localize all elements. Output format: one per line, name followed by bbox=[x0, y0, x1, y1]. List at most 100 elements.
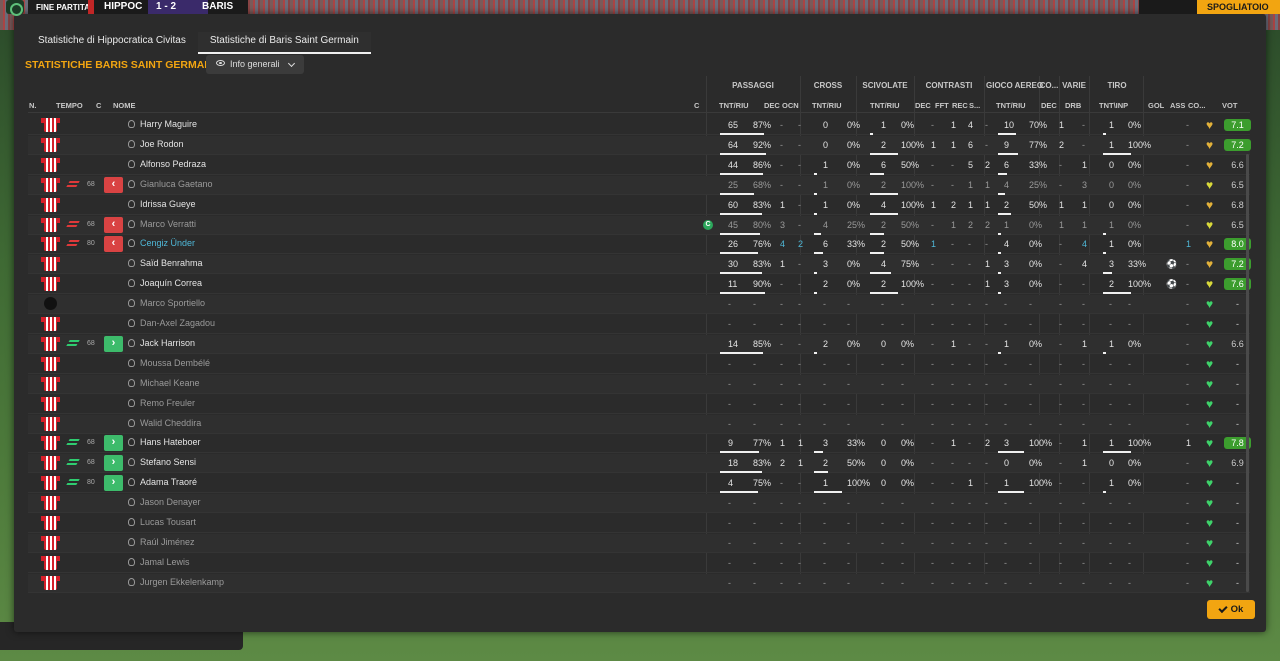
player-row[interactable]: Jason Denayer - - - - - - - - - - - - - - - - - - - ♥ - bbox=[28, 494, 1250, 514]
column-header-aereo[interactable]: TNT/RIU bbox=[996, 101, 1026, 110]
ok-button[interactable]: Ok bbox=[1207, 600, 1255, 619]
stat-rc: - bbox=[968, 458, 971, 469]
success-bar bbox=[720, 172, 763, 175]
arrow-left-icon[interactable]: ‹ bbox=[104, 176, 123, 193]
column-header-dec[interactable]: DEC bbox=[764, 101, 780, 110]
player-name[interactable]: Alfonso Pedraza bbox=[128, 159, 206, 169]
player-name[interactable]: Raúl Jiménez bbox=[128, 537, 195, 547]
player-name[interactable]: Joe Rodon bbox=[128, 139, 184, 149]
stat-a0: 2 bbox=[1004, 199, 1010, 210]
player-row[interactable]: Jurgen Ekkelenkamp - - - - - - - - - - - - - - - - - - - ♥ - bbox=[28, 573, 1250, 593]
arrow-right-icon[interactable]: › bbox=[104, 455, 123, 472]
column-header-nome[interactable]: NOME bbox=[113, 101, 136, 110]
arrow-right-icon[interactable]: › bbox=[104, 435, 123, 452]
player-name[interactable]: Idrissa Gueye bbox=[128, 199, 196, 209]
condition-heart-icon: ♥ bbox=[1206, 496, 1214, 511]
arrow-left-icon[interactable]: ‹ bbox=[104, 216, 123, 233]
scrollbar[interactable] bbox=[1246, 154, 1249, 592]
player-name[interactable]: Joaquín Correa bbox=[128, 278, 202, 288]
player-row[interactable]: 80 ‹ Cengiz Ünder 26 76% 4 2 6 33% 2 50% 1- - -4 0% -4 1… bbox=[28, 235, 1251, 255]
player-name[interactable]: Cengiz Ünder bbox=[128, 238, 195, 248]
column-header-s[interactable]: S... bbox=[969, 101, 980, 110]
player-row[interactable]: Lucas Tousart - - - - - - - - - - - - - - - - - - - ♥ - bbox=[28, 514, 1250, 533]
player-row[interactable]: 68 › Stefano Sensi 18 83% 2 1 2 50% 0 0% - - - - 0 0% - 1 0… bbox=[28, 454, 1250, 474]
player-row[interactable]: 80 › Adama Traoré 4 75% - -1 100% 0 0% - -1-1 100% - -… bbox=[28, 474, 1250, 494]
player-name[interactable]: Jason Denayer bbox=[128, 497, 201, 507]
column-header-rec[interactable]: REC bbox=[952, 101, 968, 110]
player-row[interactable]: Alfonso Pedraza 44 86% - -1 0% 6 50% - -5 2 6 33% -1 0… bbox=[28, 156, 1250, 175]
success-bar bbox=[998, 232, 1001, 235]
player-name[interactable]: Jamal Lewis bbox=[128, 557, 190, 567]
player-row[interactable]: Remo Freuler - - - - - - - - - - - - - - - - - - - ♥ - bbox=[28, 395, 1250, 414]
player-name[interactable]: Michael Keane bbox=[128, 378, 200, 388]
player-row[interactable]: Harry Maguire 65 87% - -0 0% 1 0% -1 4-10 70% 1-1 0%… bbox=[28, 116, 1251, 135]
column-header-drb[interactable]: DRB bbox=[1065, 101, 1081, 110]
player-name[interactable]: Remo Freuler bbox=[128, 398, 195, 408]
player-row[interactable]: 68 ‹ Gianluca Gaetano 25 68% - -1 0% 2 100% - -1 1 4 2… bbox=[28, 175, 1250, 195]
player-row[interactable]: 68 › Jack Harrison 14 85% - -2 0% 0 0% -1- -1 0% -1 1 0… bbox=[28, 334, 1250, 354]
player-row[interactable]: Saïd Benrahma 30 83% 1-3 0% 4 75% - - -1 3 0% -4 3 33%… bbox=[28, 255, 1251, 275]
player-name[interactable]: Walid Cheddira bbox=[128, 418, 201, 428]
stat-rc: 1 bbox=[968, 199, 974, 210]
arrow-right-icon[interactable]: › bbox=[104, 335, 123, 352]
column-header-tempo[interactable]: TEMPO bbox=[56, 101, 83, 110]
column-header-sciv[interactable]: TNT/RIU bbox=[870, 101, 900, 110]
column-header-gol[interactable]: GOL bbox=[1148, 101, 1164, 110]
column-header-cross[interactable]: TNT/RIU bbox=[812, 101, 842, 110]
arrow-left-icon[interactable]: ‹ bbox=[104, 236, 123, 253]
column-header-vot[interactable]: VOT bbox=[1222, 101, 1237, 110]
column-header-c[interactable]: C bbox=[96, 101, 101, 110]
player-name[interactable]: Marco Sportiello bbox=[128, 298, 205, 308]
stat-cd: - bbox=[931, 418, 934, 429]
player-name[interactable]: Saïd Benrahma bbox=[128, 258, 203, 268]
column-header-n[interactable]: N. bbox=[29, 101, 37, 110]
player-row[interactable]: 68 ‹ Marco Verratti C 45 80% 3-4 25% 2 50% -1 2 2 1 0%… bbox=[28, 215, 1250, 235]
player-name[interactable]: Marco Verratti bbox=[128, 219, 196, 229]
stat-cdc: - bbox=[1059, 438, 1062, 449]
player-name[interactable]: Jack Harrison bbox=[128, 338, 195, 348]
column-header-c2[interactable]: C bbox=[694, 101, 699, 110]
stat-p1: - bbox=[753, 498, 756, 509]
stat-rc: - bbox=[968, 299, 971, 310]
player-row[interactable]: Joe Rodon 64 92% - -0 0% 2 100% 1 1 6-9 77% 2-1 100% -… bbox=[28, 135, 1251, 155]
stat-cdc: - bbox=[1059, 239, 1062, 250]
arrow-right-icon[interactable]: › bbox=[104, 475, 123, 492]
column-header-co[interactable]: CO... bbox=[1188, 101, 1206, 110]
player-name[interactable]: Jurgen Ekkelenkamp bbox=[128, 577, 224, 587]
player-row[interactable]: Dan-Axel Zagadou - - - - - - - - - - - - - - - - - - - ♥ - bbox=[28, 315, 1250, 334]
stat-cdc: - bbox=[1059, 259, 1062, 270]
player-name[interactable]: Stefano Sensi bbox=[128, 457, 196, 467]
player-name[interactable]: Harry Maguire bbox=[128, 119, 197, 129]
player-row[interactable]: Marco Sportiello - - - - - - - - - - - - - - - - - - - ♥ - bbox=[28, 295, 1250, 315]
stat-ocn: - bbox=[798, 378, 801, 389]
column-header-pass[interactable]: TNT/RIU bbox=[719, 101, 749, 110]
player-row[interactable]: Walid Cheddira - - - - - - - - - - - - - - - - - - - ♥ - bbox=[28, 414, 1250, 434]
stat-cr1: 0% bbox=[847, 120, 861, 130]
stat-cdc: - bbox=[1059, 299, 1062, 310]
player-name[interactable]: Gianluca Gaetano bbox=[128, 179, 213, 189]
success-bar bbox=[720, 491, 758, 494]
team-kit-icon bbox=[44, 297, 57, 311]
stat-ass: - bbox=[1186, 577, 1189, 588]
column-header-fft[interactable]: FFT bbox=[935, 101, 949, 110]
player-name[interactable]: Dan-Axel Zagadou bbox=[128, 318, 215, 328]
success-bar bbox=[720, 351, 763, 354]
column-header-ocn[interactable]: OCN bbox=[782, 101, 799, 110]
player-row[interactable]: Jamal Lewis - - - - - - - - - - - - - - - - - - - ♥ - bbox=[28, 554, 1250, 573]
column-header-ass[interactable]: ASS bbox=[1170, 101, 1185, 110]
player-name[interactable]: Lucas Tousart bbox=[128, 517, 196, 527]
player-name[interactable]: Hans Hateboer bbox=[128, 437, 201, 447]
stat-cd: - bbox=[931, 478, 934, 489]
player-row[interactable]: Moussa Dembélé - - - - - - - - - - - - - - - - - - - ♥ - bbox=[28, 355, 1250, 374]
column-header-cdec[interactable]: DEC bbox=[915, 101, 931, 110]
column-header-codec[interactable]: DEC bbox=[1041, 101, 1057, 110]
player-row[interactable]: Joaquín Correa 11 90% - -2 0% 2 100% - - -1 3 0% - -2 1… bbox=[28, 275, 1251, 295]
player-row[interactable]: 68 › Hans Hateboer 9 77% 1 1 3 33% 0 0% -1-2 3 100% -1… bbox=[28, 434, 1251, 454]
column-header-tiro[interactable]: TNT\INP bbox=[1099, 101, 1128, 110]
player-row[interactable]: Idrissa Gueye 60 83% 1-1 0% 4 100% 1 2 1 1 2 50% 1 1 0 0… bbox=[28, 196, 1250, 215]
player-name[interactable]: Adama Traoré bbox=[128, 477, 197, 487]
stat-t1: 0% bbox=[1128, 239, 1142, 250]
player-row[interactable]: Raúl Jiménez - - - - - - - - - - - - - - - - - - - ♥ - bbox=[28, 533, 1250, 553]
player-row[interactable]: Michael Keane - - - - - - - - - - - - - - - - - - - ♥ - bbox=[28, 374, 1250, 394]
player-name[interactable]: Moussa Dembélé bbox=[128, 358, 210, 368]
